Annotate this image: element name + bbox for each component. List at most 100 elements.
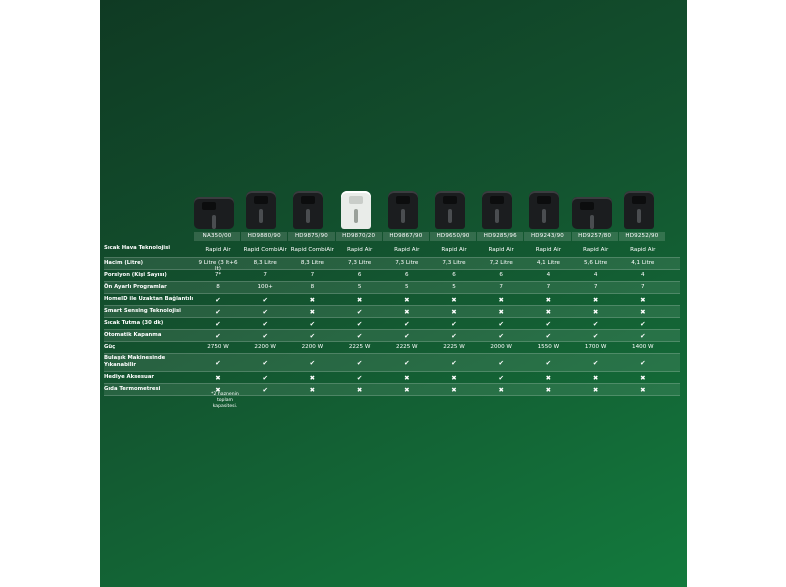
cross-icon: ✖ [215,374,221,382]
table-cell: 5 [405,284,409,290]
table-cell: 7 [546,284,551,290]
table-cell: Rapid Air [630,247,656,253]
product-image-HD9870-20 [334,180,378,232]
air-fryer-wide-icon [571,197,612,229]
check-icon: ✔ [498,320,504,328]
check-icon: ✔ [262,320,268,328]
air-fryer-icon [293,191,324,229]
row-label: Sıcak Tutma (30 dk) [104,320,164,326]
check-icon: ✔ [545,332,552,340]
table-cell: 6 [405,272,409,278]
table-cell: 7 [593,284,598,290]
table-cell: 8,3 Litre [253,260,277,266]
table-cell: 5,6 Litre [584,260,608,266]
comparison-panel: NA350/00 HD9880/90 HD9875/90 HD9870/20 HD986… [100,0,687,587]
check-icon: ✔ [640,332,646,340]
table-cell: 7 [499,284,503,290]
table-cell: 2225 W [348,344,371,350]
model-header: HD9285/96 [477,232,524,241]
cross-icon: ✖ [545,308,552,316]
check-icon: ✔ [309,320,316,328]
air-fryer-icon [246,191,277,229]
check-icon: ✔ [592,320,599,328]
cross-icon: ✖ [451,374,457,382]
cross-icon: ✖ [404,386,410,394]
product-image-HD9252-90 [617,180,661,232]
check-icon: ✔ [640,320,646,328]
table-cell: 1400 W [632,344,654,350]
check-icon: ✔ [592,359,599,367]
table-cell: Rapid Air [535,247,562,253]
table-cell: Rapid Air [205,247,231,253]
table-cell: 7,2 Litre [489,260,513,266]
table-cell: Rapid Air [582,247,609,253]
model-header: HD9880/90 [241,232,288,241]
cross-icon: ✖ [545,386,552,394]
cross-icon: ✖ [498,308,504,316]
table-cell: 2750 W [207,344,229,350]
check-icon: ✔ [356,374,363,382]
check-icon: ✔ [215,320,221,328]
table-cell: 2225 W [443,344,465,350]
row-label: Porsiyon (Kişi Sayısı) [104,272,167,278]
cross-icon: ✖ [592,296,599,304]
check-icon: ✔ [640,359,646,367]
table-cell: 1550 W [537,344,560,350]
cross-icon: ✖ [309,374,316,382]
check-icon: ✔ [262,308,268,316]
product-image-HD9243-90 [522,180,566,232]
model-header: HD9650/90 [430,232,477,241]
check-icon: ✔ [356,308,363,316]
cross-icon: ✖ [640,308,646,316]
table-cell: 1700 W [584,344,607,350]
footnote: *2 haznenin toplam kapasitesi. [211,392,239,409]
air-fryer-icon [387,191,418,229]
row-label: Sıcak Hava Teknolojisi [104,245,171,251]
product-image-NA350-00 [192,180,236,232]
table-cell: 5 [357,284,362,290]
table-cell: 4 [546,272,551,278]
cross-icon: ✖ [309,308,316,316]
model-header: NA350/00 [194,232,241,241]
air-fryer-dual-icon [194,197,234,229]
check-icon: ✔ [215,296,221,304]
check-icon: ✔ [262,332,268,340]
table-cell: 8,3 Litre [300,260,324,266]
cross-icon: ✖ [640,296,646,304]
table-cell: Rapid CombiAir [243,247,287,253]
air-fryer-icon [435,191,465,229]
cross-icon: ✖ [592,308,599,316]
table-cell: 2200 W [254,344,276,350]
product-image-HD9257-80 [570,180,614,232]
table-cell: 4 [641,272,645,278]
check-icon: ✔ [215,308,221,316]
cross-icon: ✖ [498,386,504,394]
air-fryer-white-icon [340,191,371,229]
air-fryer-icon [529,191,560,229]
cross-icon: ✖ [404,308,410,316]
table-cell: 6 [499,272,503,278]
product-image-HD9285-96 [475,180,519,232]
table-cell: 7 [641,284,645,290]
check-icon: ✔ [356,359,363,367]
check-icon: ✔ [215,332,221,340]
check-icon: ✔ [498,332,504,340]
table-cell: 5 [452,284,456,290]
table-cell: 2000 W [490,344,512,350]
table-cell: 6 [452,272,456,278]
row-label: Gıda Termometresi [104,386,161,392]
row-label: Hediye Aksesuar [104,374,154,380]
table-cell: Rapid Air [394,247,420,253]
model-header: HD9870/20 [335,232,382,241]
check-icon: ✔ [262,386,268,394]
model-header: HD9257/80 [571,232,618,241]
table-cell: 7,3 Litre [395,260,419,266]
table-cell: 100+ [257,284,273,290]
table-cell: 7 [310,272,315,278]
table-cell: Rapid Air [488,247,514,253]
product-image-HD9867-90 [381,180,425,232]
table-cell: 4 [593,272,598,278]
table-cell: 6 [357,272,362,278]
cross-icon: ✖ [592,386,599,394]
cross-icon: ✖ [451,308,457,316]
